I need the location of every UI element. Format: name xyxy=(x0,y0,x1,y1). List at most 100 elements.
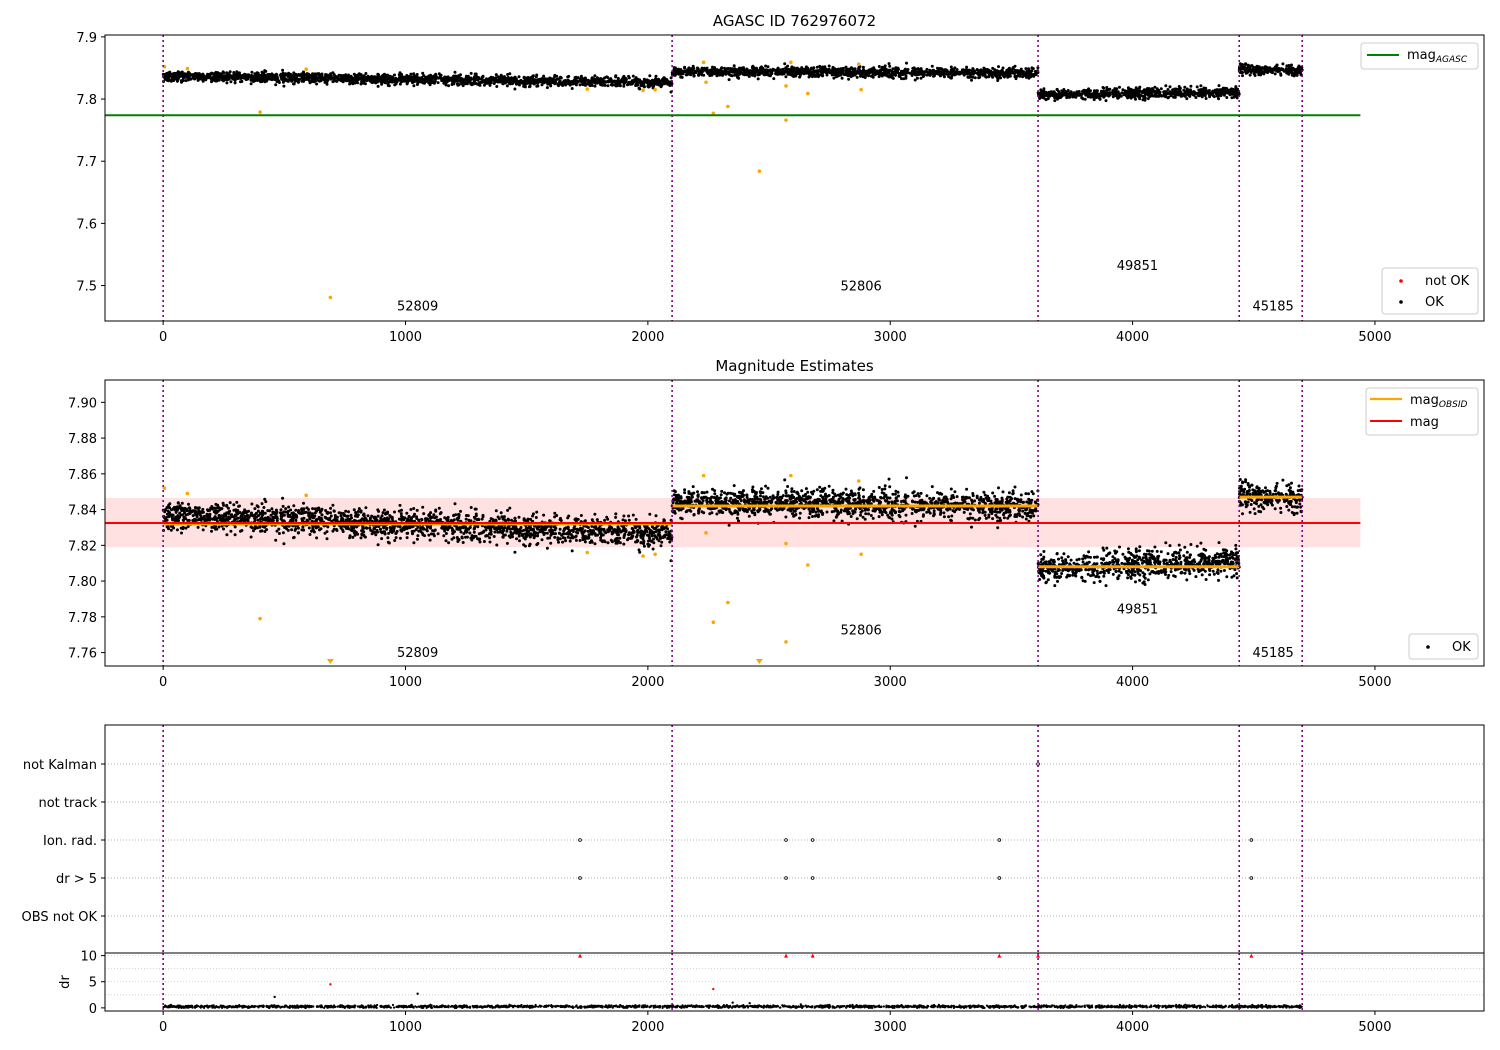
agasc-ok-point xyxy=(287,71,291,75)
magnitude-ok-point xyxy=(226,506,230,510)
agasc-ok-point xyxy=(880,65,884,69)
agasc-ok-point xyxy=(816,70,820,74)
agasc-ok-point xyxy=(427,74,431,78)
agasc-ok-point xyxy=(938,74,942,78)
agasc-ok-point xyxy=(346,79,350,83)
agasc-ok-point xyxy=(522,75,526,79)
agasc-ok-point xyxy=(436,81,440,85)
agasc-ok-point xyxy=(259,80,263,84)
agasc-ok-point xyxy=(804,71,808,75)
agasc-ok-point xyxy=(639,84,643,88)
agasc-ok-point xyxy=(364,72,368,75)
agasc-ok-point xyxy=(498,77,502,81)
agasc-ok-point xyxy=(904,68,908,72)
agasc-ok-point xyxy=(1281,62,1285,66)
agasc-ok-point xyxy=(479,77,483,81)
agasc-ok-point xyxy=(729,67,732,70)
agasc-ok-point xyxy=(454,74,458,78)
agasc-ok-point xyxy=(757,69,761,73)
magnitude-ok-point xyxy=(570,549,574,553)
agasc-ok-point xyxy=(847,77,851,81)
agasc-ok-point xyxy=(310,78,314,82)
agasc-ok-point xyxy=(1092,91,1096,95)
agasc-ok-point xyxy=(340,76,344,80)
agasc-ok-point xyxy=(968,75,972,79)
agasc-ok-point xyxy=(1164,84,1168,88)
agasc-ok-point xyxy=(1066,95,1070,99)
agasc-ok-point xyxy=(1156,91,1160,95)
agasc-ok-point xyxy=(380,80,384,84)
agasc-ok-point xyxy=(1053,99,1057,103)
magnitude-ok-point xyxy=(518,539,521,543)
agasc-ok-point xyxy=(868,69,871,73)
agasc-ok-point xyxy=(539,78,543,82)
magnitude-ok-point xyxy=(217,525,221,529)
agasc-ok-point xyxy=(326,78,330,82)
agasc-ok-point xyxy=(363,77,367,81)
agasc-ok-point xyxy=(488,83,492,87)
agasc-ok-point xyxy=(1199,88,1203,92)
agasc-ok-point xyxy=(1061,91,1065,95)
agasc-ok-point xyxy=(249,82,253,86)
agasc-legend-ok-label: OK xyxy=(1425,295,1444,310)
magnitude-ok-point xyxy=(332,509,336,513)
agasc-ok-point xyxy=(788,71,792,75)
agasc-ok-point xyxy=(875,69,879,73)
agasc-ok-point xyxy=(474,72,478,76)
agasc-ok-point xyxy=(1002,74,1005,78)
agasc-ok-point xyxy=(360,81,364,85)
agasc-ok-point xyxy=(1135,93,1139,97)
agasc-ok-point xyxy=(1044,97,1048,101)
magnitude-ok-point xyxy=(308,533,312,536)
agasc-obsid-label: 52809 xyxy=(397,299,438,314)
agasc-ok-point xyxy=(1248,73,1252,77)
agasc-ok-point xyxy=(349,79,353,83)
magnitude-ok-point xyxy=(415,515,418,519)
agasc-ok-point xyxy=(978,69,982,73)
magnitude-ok-point xyxy=(534,516,538,519)
agasc-ok-point xyxy=(685,73,689,77)
agasc-ok-point xyxy=(1197,88,1201,92)
agasc-ok-point xyxy=(657,77,660,81)
agasc-ok-point xyxy=(776,69,780,73)
agasc-ok-point xyxy=(1235,94,1239,98)
agasc-ok-point xyxy=(820,71,823,74)
agasc-ok-point xyxy=(281,73,285,77)
agasc-ok-point xyxy=(184,74,188,78)
agasc-ok-point xyxy=(1229,88,1233,92)
agasc-ok-point xyxy=(769,71,773,75)
agasc-ok-point xyxy=(527,85,531,89)
magnitude-ok-point xyxy=(329,511,332,515)
agasc-outlier-point xyxy=(859,87,863,92)
agasc-ok-point xyxy=(513,87,517,91)
agasc-ok-point xyxy=(751,66,755,70)
magnitude-ok-point xyxy=(262,506,266,509)
agasc-ok-point xyxy=(461,84,465,88)
agasc-ok-point xyxy=(534,75,538,79)
magnitude-ok-point xyxy=(558,527,562,531)
agasc-ok-point xyxy=(1172,95,1176,99)
agasc-ok-point xyxy=(731,70,735,74)
agasc-ok-point xyxy=(593,74,597,78)
agasc-ok-point xyxy=(374,78,378,82)
agasc-ok-point xyxy=(804,65,808,69)
magnitude-ok-point xyxy=(178,511,182,515)
agasc-ok-point xyxy=(590,81,594,85)
agasc-ok-point xyxy=(683,66,687,70)
agasc-ok-point xyxy=(1198,91,1201,95)
agasc-ok-point xyxy=(818,64,822,68)
magnitude-ok-point xyxy=(549,541,553,545)
agasc-ok-point xyxy=(606,84,610,88)
agasc-ok-point xyxy=(638,87,642,91)
agasc-ok-point xyxy=(654,74,658,78)
agasc-ok-point xyxy=(674,69,678,73)
agasc-ok-point xyxy=(1030,66,1034,70)
agasc-ok-point xyxy=(898,75,902,79)
agasc-ok-point xyxy=(1244,63,1247,66)
agasc-ok-point xyxy=(398,71,402,75)
agasc-ok-point xyxy=(636,83,640,87)
agasc-ok-point xyxy=(596,79,599,83)
agasc-ok-point xyxy=(1180,94,1184,98)
agasc-ok-point xyxy=(1177,92,1181,96)
agasc-ok-point xyxy=(1195,85,1199,89)
